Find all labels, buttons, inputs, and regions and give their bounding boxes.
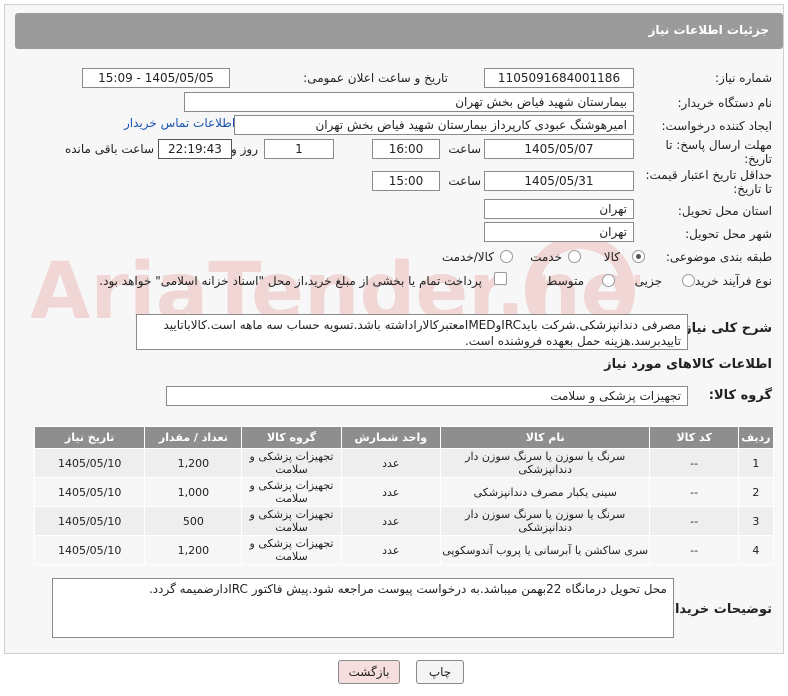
deadline-date-field[interactable]: 1405/05/07 bbox=[484, 139, 634, 159]
cell-goods-group: تجهیزات پزشکی و سلامت bbox=[241, 448, 342, 478]
col-goods-code: کد کالا bbox=[649, 426, 739, 449]
col-goods-group: گروه کالا bbox=[241, 426, 342, 449]
page-title: جزئیات اطلاعات نیاز bbox=[648, 23, 769, 37]
category-goods-service-label: کالا/خدمت bbox=[441, 250, 494, 264]
creator-field[interactable]: امیرهوشنگ عبودی کارپرداز بیمارستان شهید … bbox=[234, 115, 634, 135]
cell-goods-code: -- bbox=[649, 477, 739, 507]
cell-goods-code: -- bbox=[649, 448, 739, 478]
category-service-radio[interactable] bbox=[568, 250, 581, 263]
table-row[interactable]: 1 -- سرنگ یا سوزن یا سرنگ سوزن دار دندان… bbox=[33, 448, 775, 478]
deadline-label: مهلت ارسال پاسخ: تا bbox=[665, 138, 772, 152]
cell-unit: عدد bbox=[340, 506, 441, 536]
cell-row-number: 4 bbox=[737, 535, 775, 565]
remaining-time-field[interactable]: 22:19:43 bbox=[158, 139, 232, 159]
process-medium-label: متوسط bbox=[546, 274, 584, 288]
validity-time-label: ساعت bbox=[448, 174, 481, 188]
buyer-notes-label: توضیحات خریدار: bbox=[662, 602, 772, 617]
announce-field[interactable]: 1405/05/05 - 15:09 bbox=[82, 68, 230, 88]
goods-group-field[interactable]: تجهیزات پزشکی و سلامت bbox=[166, 386, 688, 406]
cell-goods-group: تجهیزات پزشکی و سلامت bbox=[241, 506, 342, 536]
table-row[interactable]: 2 -- سینی یکبار مصرف دندانپزشکی عدد تجهی… bbox=[33, 477, 775, 507]
deadline-time-field[interactable]: 16:00 bbox=[372, 139, 440, 159]
days-label: روز و bbox=[231, 142, 258, 156]
province-label: استان محل تحویل: bbox=[677, 204, 772, 218]
cell-quantity: 1,200 bbox=[144, 448, 243, 478]
contact-info-link[interactable]: اطلاعات تماس خریدار bbox=[124, 116, 235, 130]
cell-row-number: 1 bbox=[737, 448, 775, 478]
validity-time-field[interactable]: 15:00 bbox=[372, 171, 440, 191]
creator-label: ایجاد کننده درخواست: bbox=[661, 119, 772, 133]
process-minor-radio[interactable] bbox=[682, 274, 695, 287]
summary-field[interactable]: مصرفی دندانپزشکی.شرکت بایدIRCوIMEDمعتبرک… bbox=[136, 314, 688, 350]
summary-label: شرح کلی نیاز: bbox=[678, 321, 772, 336]
col-quantity: تعداد / مقدار bbox=[144, 426, 243, 449]
cell-need-date: 1405/05/10 bbox=[33, 477, 146, 507]
province-field[interactable]: تهران bbox=[484, 199, 634, 219]
category-service-label: خدمت bbox=[530, 250, 562, 264]
col-row-number: ردیف bbox=[737, 426, 775, 449]
process-medium-radio[interactable] bbox=[602, 274, 615, 287]
category-label: طبقه بندی موضوعی: bbox=[665, 250, 772, 264]
print-button[interactable]: چاپ bbox=[416, 660, 464, 684]
days-field[interactable]: 1 bbox=[264, 139, 334, 159]
validity-date-field[interactable]: 1405/05/31 bbox=[484, 171, 634, 191]
cell-goods-name: سرنگ یا سوزن یا سرنگ سوزن دار دندانپزشکی bbox=[439, 506, 651, 536]
cell-unit: عدد bbox=[340, 535, 441, 565]
cell-quantity: 500 bbox=[144, 506, 243, 536]
announce-label: تاریخ و ساعت اعلان عمومی: bbox=[303, 71, 448, 85]
treasury-payment-checkbox[interactable] bbox=[494, 272, 507, 285]
category-goods-radio[interactable] bbox=[632, 250, 645, 263]
cell-quantity: 1,200 bbox=[144, 535, 243, 565]
back-button[interactable]: بازگشت bbox=[338, 660, 400, 684]
col-unit: واحد شمارش bbox=[340, 426, 441, 449]
need-number-field[interactable]: 1105091684001186 bbox=[484, 68, 634, 88]
goods-group-label: گروه کالا: bbox=[708, 388, 772, 403]
treasury-payment-note: پرداخت تمام یا بخشی از مبلغ خرید،از محل … bbox=[99, 274, 482, 288]
cell-goods-code: -- bbox=[649, 506, 739, 536]
cell-goods-group: تجهیزات پزشکی و سلامت bbox=[241, 535, 342, 565]
buyer-field[interactable]: بیمارستان شهید فیاض بخش تهران bbox=[184, 92, 634, 112]
buyer-label: نام دستگاه خریدار: bbox=[677, 96, 773, 110]
city-field[interactable]: تهران bbox=[484, 222, 634, 242]
table-row[interactable]: 3 -- سرنگ یا سوزن یا سرنگ سوزن دار دندان… bbox=[33, 506, 775, 536]
panel-header: جزئیات اطلاعات نیاز bbox=[15, 13, 783, 49]
cell-goods-code: -- bbox=[649, 535, 739, 565]
category-goods-label: کالا bbox=[603, 250, 620, 264]
cell-row-number: 2 bbox=[737, 477, 775, 507]
cell-unit: عدد bbox=[340, 448, 441, 478]
col-goods-name: نام کالا bbox=[439, 426, 651, 449]
min-validity-date-label: تا تاریخ: bbox=[733, 182, 772, 196]
cell-goods-group: تجهیزات پزشکی و سلامت bbox=[241, 477, 342, 507]
goods-info-title: اطلاعات کالاهای مورد نیاز bbox=[604, 357, 772, 372]
process-label: نوع فرآیند خرید : bbox=[687, 274, 772, 288]
cell-goods-name: سری ساکشن یا آبرسانی یا پروب آندوسکوپی bbox=[439, 535, 651, 565]
remaining-time-label: ساعت باقی مانده bbox=[64, 142, 154, 156]
table-row[interactable]: 4 -- سری ساکشن یا آبرسانی یا پروب آندوسک… bbox=[33, 535, 775, 565]
cell-quantity: 1,000 bbox=[144, 477, 243, 507]
cell-need-date: 1405/05/10 bbox=[33, 448, 146, 478]
min-validity-label: حداقل تاریخ اعتبار قیمت: bbox=[645, 168, 772, 182]
category-goods-service-radio[interactable] bbox=[500, 250, 513, 263]
table-header-row: ردیف کد کالا نام کالا واحد شمارش گروه کا… bbox=[33, 426, 775, 449]
cell-need-date: 1405/05/10 bbox=[33, 506, 146, 536]
buyer-notes-field[interactable]: محل تحویل درمانگاه 22بهمن میباشد.به درخو… bbox=[52, 578, 674, 638]
cell-row-number: 3 bbox=[737, 506, 775, 536]
col-need-date: تاریخ نیاز bbox=[33, 426, 146, 449]
city-label: شهر محل تحویل: bbox=[685, 227, 772, 241]
cell-need-date: 1405/05/10 bbox=[33, 535, 146, 565]
goods-table: ردیف کد کالا نام کالا واحد شمارش گروه کا… bbox=[33, 426, 775, 565]
cell-unit: عدد bbox=[340, 477, 441, 507]
deadline-date-label: تاریخ: bbox=[744, 152, 772, 166]
process-minor-label: جزیی bbox=[634, 274, 662, 288]
need-number-label: شماره نیاز: bbox=[715, 71, 772, 85]
cell-goods-name: سرنگ یا سوزن یا سرنگ سوزن دار دندانپزشکی bbox=[439, 448, 651, 478]
deadline-time-label: ساعت bbox=[448, 142, 481, 156]
cell-goods-name: سینی یکبار مصرف دندانپزشکی bbox=[439, 477, 651, 507]
